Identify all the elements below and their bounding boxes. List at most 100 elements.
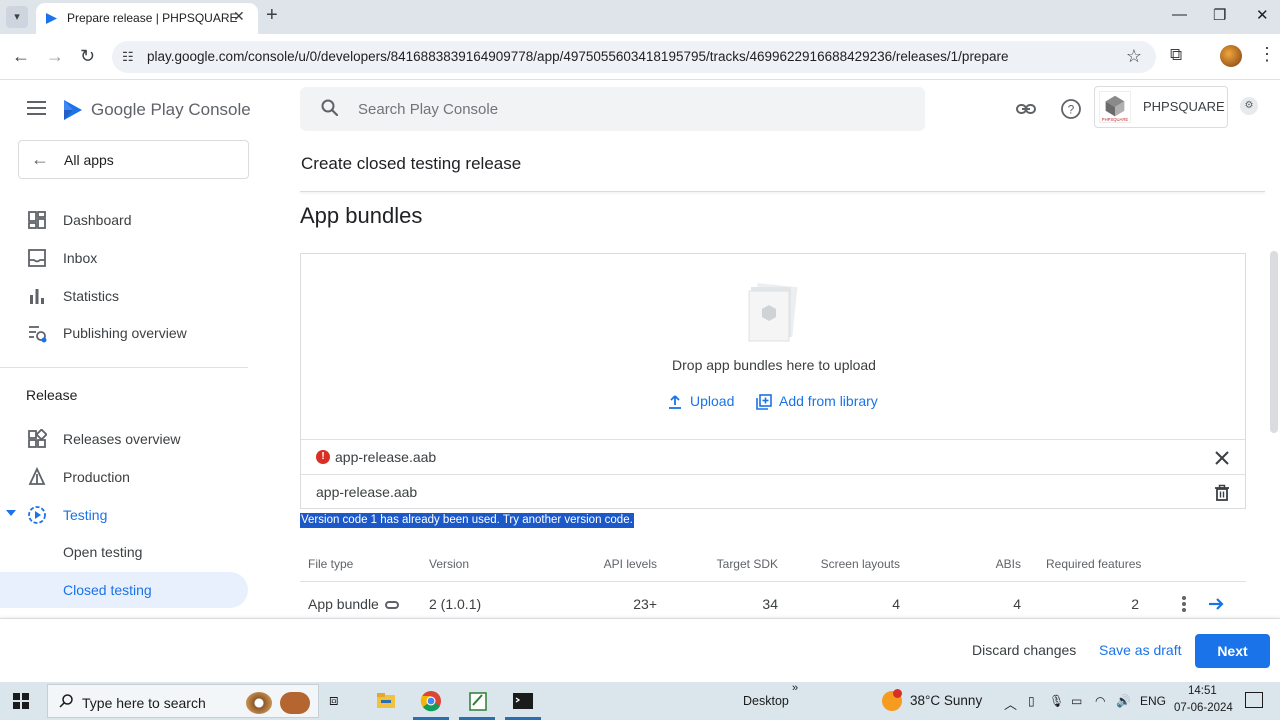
device-icon[interactable]: ▯ [1028, 694, 1035, 708]
app-bundle-dropzone[interactable]: Drop app bundles here to upload Upload A… [300, 253, 1246, 509]
search-bar[interactable] [300, 87, 925, 131]
notifications-icon[interactable] [1245, 692, 1263, 708]
forward-icon[interactable]: → [46, 46, 64, 67]
clock-date[interactable]: 07-06-2024 [1174, 702, 1233, 714]
window-close-icon[interactable]: ✕ [1256, 6, 1269, 24]
sidebar-item-label: Dashboard [63, 212, 132, 228]
toolbar-expand-icon[interactable]: » [792, 682, 798, 694]
clock-time[interactable]: 14:51 [1188, 685, 1217, 697]
browser-tab[interactable]: Prepare release | PHPSQUARE ✕ [36, 3, 258, 34]
profile-avatar[interactable] [1220, 45, 1242, 67]
arrow-forward-icon[interactable] [1206, 594, 1226, 614]
wifi-icon[interactable]: ◠ [1095, 694, 1105, 708]
bookmark-star-icon[interactable]: ☆ [1126, 46, 1142, 67]
sidebar-item-label: Production [63, 469, 130, 485]
action-footer: Discard changes Save as draft Next [0, 618, 1280, 682]
sidebar-item-production[interactable]: Production [0, 459, 248, 495]
address-bar[interactable]: ☷ play.google.com/console/u/0/developers… [112, 41, 1156, 73]
chevron-down-icon[interactable] [6, 510, 16, 516]
chrome-icon[interactable] [420, 690, 442, 712]
taskbar-search-text: Type here to search [82, 695, 206, 711]
add-from-library-button[interactable]: Add from library [756, 393, 878, 410]
browser-toolbar: ← → ↻ ☷ play.google.com/console/u/0/deve… [0, 34, 1280, 80]
sidebar-item-label: Inbox [63, 250, 98, 266]
sidebar-item-testing[interactable]: Testing [0, 497, 248, 533]
cell-api-levels: 23+ [633, 596, 657, 612]
weather-alert-badge [893, 689, 902, 698]
save-as-draft-button[interactable]: Save as draft [1099, 642, 1182, 658]
back-icon[interactable]: ← [12, 46, 30, 67]
sidebar-item-dashboard[interactable]: Dashboard [0, 202, 248, 238]
column-header-required-features: Required features [1046, 557, 1142, 571]
weather-text[interactable]: 38°C Sunny [910, 693, 982, 708]
sidebar-item-statistics[interactable]: Statistics [0, 278, 248, 314]
search-icon [321, 99, 339, 117]
desktop-toolbar-label[interactable]: Desktop [743, 694, 789, 708]
column-header-target-sdk: Target SDK [716, 557, 778, 571]
menu-icon[interactable] [27, 101, 46, 115]
sidebar-item-closed-testing[interactable]: Closed testing [0, 572, 248, 608]
bar-chart-icon [30, 289, 44, 304]
tab-close-icon[interactable]: ✕ [233, 8, 245, 25]
new-tab-icon[interactable]: + [266, 4, 278, 27]
sidebar-divider [0, 367, 248, 368]
microphone-icon[interactable]: 🎙 [1049, 694, 1064, 708]
extensions-icon[interactable]: ⧉ [1170, 45, 1182, 65]
help-icon[interactable]: ? [1060, 98, 1082, 120]
file-name: app-release.aab [316, 484, 418, 500]
file-row: app-release.aab [301, 474, 1245, 509]
chevron-up-icon[interactable]: ︿ [1004, 694, 1017, 713]
column-header-screen-layouts: Screen layouts [820, 557, 900, 571]
app-name[interactable]: Google Play Console [91, 100, 251, 120]
error-icon: ! [316, 450, 330, 464]
windows-start-icon[interactable] [13, 693, 29, 709]
search-input[interactable] [358, 87, 898, 131]
search-highlight-icon [246, 692, 272, 714]
terminal-icon[interactable] [512, 690, 534, 712]
browser-menu-icon[interactable]: ⋮ [1258, 44, 1276, 65]
play-console-logo-icon [64, 100, 82, 120]
account-name: PHPSQUARE [1143, 99, 1225, 114]
taskbar-search-box[interactable]: Type here to search [47, 684, 319, 718]
volume-icon[interactable]: 🔊 [1116, 694, 1131, 708]
sidebar-item-label: Publishing overview [63, 325, 187, 341]
task-view-icon[interactable]: ⧈ [329, 692, 339, 709]
minimize-icon[interactable]: — [1172, 6, 1187, 23]
page-title: Create closed testing release [301, 154, 522, 173]
close-icon[interactable] [1213, 449, 1231, 467]
account-settings-icon[interactable]: ⚙ [1240, 97, 1258, 115]
file-explorer-icon[interactable] [375, 690, 397, 712]
cell-screen-layouts: 4 [892, 596, 900, 612]
delete-icon[interactable] [1213, 484, 1231, 502]
account-switcher[interactable]: PHPSQUARE PHPSQUARE [1094, 86, 1228, 128]
sidebar-item-releases-overview[interactable]: Releases overview [0, 421, 248, 457]
restore-icon[interactable]: ❐ [1213, 6, 1226, 24]
sidebar-item-open-testing[interactable]: Open testing [0, 534, 248, 570]
sidebar-item-label: Statistics [63, 288, 120, 304]
sidebar-item-inbox[interactable]: Inbox [0, 240, 248, 276]
tab-search-icon[interactable]: ▾ [6, 6, 28, 28]
upload-button[interactable]: Upload [667, 393, 734, 409]
sidebar-item-publishing-overview[interactable]: Publishing overview [0, 315, 248, 351]
production-icon [28, 467, 46, 485]
notepad-icon[interactable] [467, 690, 489, 712]
url-text[interactable]: play.google.com/console/u/0/developers/8… [147, 49, 1008, 64]
reload-icon[interactable]: ↻ [80, 46, 95, 67]
language-indicator[interactable]: ENG [1140, 694, 1166, 708]
all-apps-button[interactable]: ← All apps [18, 140, 249, 179]
account-logo-text: PHPSQUARE [1102, 117, 1129, 122]
sidebar-item-label: Closed testing [63, 582, 152, 598]
scrollbar-thumb[interactable] [1270, 251, 1278, 433]
svg-text:?: ? [1068, 103, 1075, 117]
next-button[interactable]: Next [1195, 634, 1270, 668]
tab-title: Prepare release | PHPSQUARE [67, 11, 238, 25]
discard-changes-button[interactable]: Discard changes [972, 642, 1076, 658]
battery-icon[interactable]: ▭ [1071, 694, 1082, 708]
column-header-version: Version [429, 557, 470, 571]
more-options-icon[interactable] [1181, 596, 1187, 612]
column-header-file-type: File type [308, 557, 354, 571]
site-info-icon[interactable]: ☷ [122, 49, 134, 65]
column-header-abis: ABIs [995, 557, 1021, 571]
cell-required-features: 2 [1131, 596, 1139, 612]
link-icon[interactable] [1015, 98, 1037, 120]
